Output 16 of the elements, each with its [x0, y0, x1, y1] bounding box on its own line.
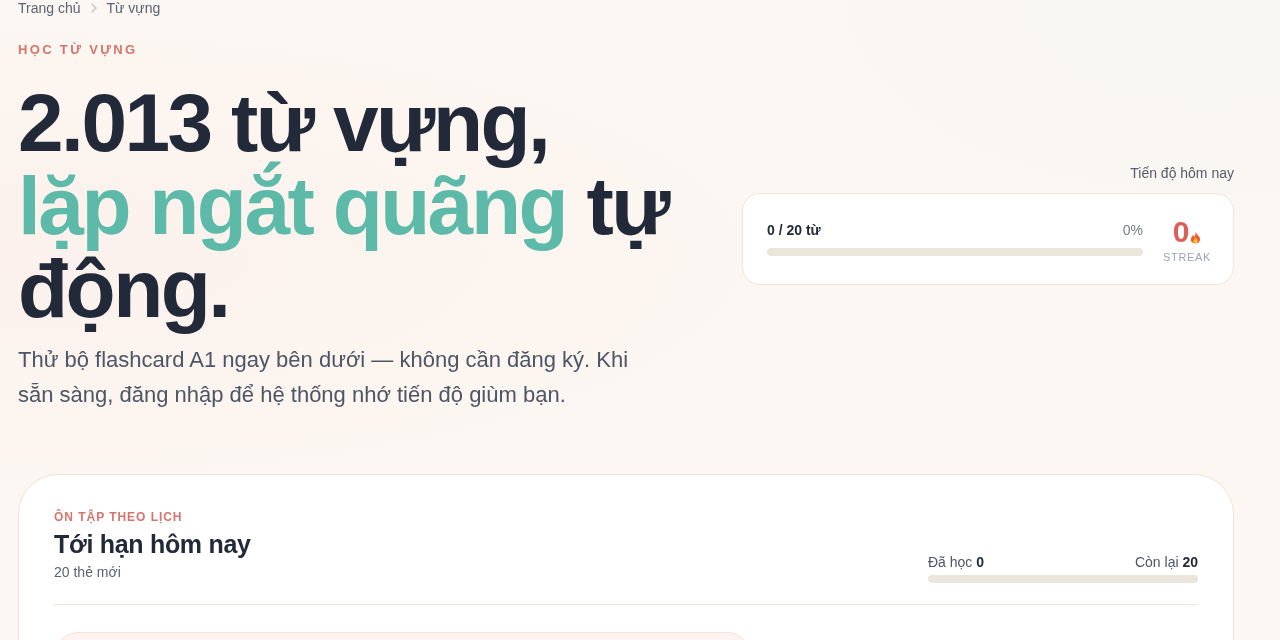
- progress-label: Tiến độ hôm nay: [1130, 165, 1234, 181]
- breadcrumb-link[interactable]: Trang chủ: [18, 0, 81, 16]
- card-count-text: 20 thẻ mới: [54, 563, 121, 582]
- section-title: Tới hạn hôm nay: [54, 529, 251, 560]
- chevron-right-icon: [90, 3, 97, 13]
- section-eyebrow: HỌC TỪ VỰNG: [18, 42, 138, 58]
- section-eyebrow: ÔN TẬP THEO LỊCH: [54, 510, 183, 524]
- breadcrumb-link[interactable]: Từ vựng: [106, 0, 161, 16]
- streak-count: 0: [1172, 215, 1190, 248]
- percent-text: 0%: [1122, 222, 1143, 238]
- fire-icon: [1190, 230, 1202, 244]
- streak-label: STREAK: [1163, 250, 1211, 263]
- learned-count: Đã học 0: [928, 553, 985, 571]
- word-count: 0 / 20 từ: [767, 222, 821, 238]
- intro-paragraph: Thử bộ flashcard A1 ngay bên dưới — không cần đăng ký. Khi sẵn sàng, đăng nhập để hệ thống nhớ tiến độ giùm bạn.: [18, 346, 630, 409]
- remaining-count: Còn lại 20: [1134, 553, 1198, 571]
